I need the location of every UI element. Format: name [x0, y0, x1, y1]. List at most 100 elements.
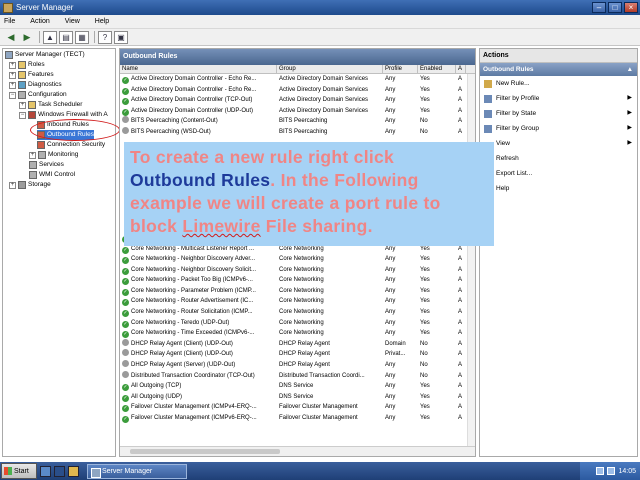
- expand-icon[interactable]: +: [9, 81, 16, 89]
- action-view[interactable]: View ▶: [480, 136, 637, 151]
- action-filter-by-state[interactable]: Filter by State ▶: [480, 106, 637, 121]
- tree-item-monitoring[interactable]: + Monitoring: [29, 150, 78, 160]
- export-icon[interactable]: ▦: [75, 30, 89, 44]
- expand-icon[interactable]: +: [29, 151, 36, 159]
- cell-text: Core Networking: [279, 245, 324, 252]
- table-row[interactable]: ✓ Active Directory Domain Controller - Ec…: [120, 74, 475, 85]
- table-row[interactable]: ✓ Core Networking - Router Advertisement …: [120, 296, 475, 307]
- horizontal-scrollbar[interactable]: [120, 446, 475, 456]
- close-button[interactable]: ×: [624, 2, 638, 13]
- table-row[interactable]: DHCP Relay Agent (Client) (UDP-Out) DHCP …: [120, 338, 475, 350]
- show-tree-icon[interactable]: ▤: [59, 30, 73, 44]
- tree-item-server-manager[interactable]: Server Manager (TECT): [5, 50, 85, 60]
- table-row[interactable]: ✓ Core Networking - Parameter Problem (IC…: [120, 286, 475, 297]
- collapse-icon[interactable]: −: [9, 91, 16, 99]
- table-row[interactable]: ✓ Core Networking - Teredo (UDP-Out) Core …: [120, 318, 475, 329]
- server-manager-quicklaunch-icon[interactable]: [40, 465, 51, 477]
- action-refresh[interactable]: Refresh: [480, 151, 637, 166]
- tree-item-diagnostics[interactable]: + Diagnostics: [9, 80, 62, 90]
- table-row[interactable]: ✓ Active Directory Domain Controller (UDP…: [120, 106, 475, 117]
- table-row[interactable]: ✓ Core Networking - Packet Too Big (ICMPv…: [120, 275, 475, 286]
- collapse-icon[interactable]: −: [19, 111, 26, 119]
- cell-text: Core Networking: [279, 266, 324, 273]
- table-row[interactable]: ✓ Failover Cluster Management (ICMPv6-ERQ…: [120, 413, 475, 424]
- services-icon: [29, 161, 37, 169]
- table-row[interactable]: BITS Peercaching (Content-Out) BITS Peerc…: [120, 116, 475, 127]
- expand-icon[interactable]: +: [19, 101, 26, 109]
- help-icon[interactable]: ?: [98, 30, 112, 44]
- table-row[interactable]: ✓ All Outgoing (TCP) DNS Service Any Yes A: [120, 381, 475, 392]
- action-new-rule[interactable]: New Rule...: [480, 76, 637, 91]
- clock[interactable]: 14:05: [618, 468, 636, 475]
- rule-name-cell: ✓ Active Directory Domain Controller (UDP…: [120, 106, 277, 117]
- table-row[interactable]: DHCP Relay Agent (Client) (UDP-Out) DHCP …: [120, 349, 475, 360]
- scrollbar-thumb[interactable]: [130, 449, 280, 454]
- table-row[interactable]: BITS Peercaching (WSD-Out) BITS Peercachi…: [120, 126, 475, 138]
- menu-view[interactable]: View: [65, 18, 80, 25]
- table-row[interactable]: ✓ Core Networking - Router Solicitation (…: [120, 307, 475, 318]
- actions-section-outbound-rules[interactable]: Outbound Rules ▲: [480, 63, 637, 76]
- tree-item-storage[interactable]: + Storage: [9, 180, 51, 190]
- maximize-button[interactable]: □: [608, 2, 622, 13]
- task-scheduler-icon: [28, 101, 36, 109]
- rule-action-cell: A: [456, 392, 466, 403]
- tree-item-services[interactable]: Services: [29, 160, 64, 170]
- explorer-quicklaunch-icon[interactable]: [68, 465, 79, 477]
- rule-enabled-cell: Yes: [418, 328, 456, 339]
- taskbar-item-server-manager[interactable]: Server Manager: [87, 463, 187, 479]
- up-folder-icon[interactable]: ▲: [43, 30, 57, 44]
- table-row[interactable]: ✓ Failover Cluster Management (ICMPv4-ERQ…: [120, 402, 475, 413]
- tree-item-task-scheduler[interactable]: + Task Scheduler: [19, 100, 82, 110]
- network-icon[interactable]: [596, 467, 605, 475]
- cell-text: Domain: [385, 340, 406, 347]
- menu-action[interactable]: Action: [30, 18, 49, 25]
- menu-file[interactable]: File: [4, 18, 15, 25]
- expand-icon[interactable]: +: [9, 71, 16, 79]
- collapse-arrow-icon[interactable]: ▲: [627, 63, 633, 76]
- expand-icon[interactable]: +: [9, 181, 16, 189]
- back-arrow-icon[interactable]: ◀: [4, 31, 18, 44]
- action-help[interactable]: Help: [480, 181, 637, 196]
- table-row[interactable]: ✓ Core Networking - Time Exceeded (ICMPv6…: [120, 328, 475, 339]
- table-row[interactable]: Distributed Transaction Coordinator (TCP…: [120, 370, 475, 382]
- tree-item-roles[interactable]: + Roles: [9, 60, 45, 70]
- tree-item-configuration[interactable]: − Configuration: [9, 90, 67, 100]
- forward-arrow-icon[interactable]: ▶: [20, 31, 34, 44]
- cell-text: Core Networking - Packet Too Big (ICMPv6…: [131, 277, 253, 284]
- cell-text: Core Networking: [279, 277, 324, 284]
- action-export-list[interactable]: Export List...: [480, 166, 637, 181]
- table-row[interactable]: DHCP Relay Agent (Server) (UDP-Out) DHCP …: [120, 360, 475, 371]
- cell-text: Any: [385, 256, 396, 263]
- rule-group-cell: Core Networking: [277, 296, 383, 307]
- rule-enabled-icon: ✓: [122, 257, 129, 265]
- cell-text: Any: [385, 118, 396, 125]
- tree-item-features[interactable]: + Features: [9, 70, 54, 80]
- table-row[interactable]: ✓ Core Networking - Neighbor Discovery Ad…: [120, 254, 475, 265]
- column-header-action[interactable]: A: [456, 65, 466, 73]
- volume-icon[interactable]: [607, 467, 616, 475]
- expand-icon[interactable]: +: [9, 61, 16, 69]
- column-header-group[interactable]: Group: [277, 65, 383, 73]
- column-header-profile[interactable]: Profile: [383, 65, 418, 73]
- action-filter-by-profile[interactable]: Filter by Profile ▶: [480, 91, 637, 106]
- tree-item-connection-security[interactable]: Connection Security: [37, 140, 105, 150]
- rule-name-cell: ✓ Active Directory Domain Controller (TCP…: [120, 95, 277, 106]
- table-row[interactable]: ✓ Core Networking - Neighbor Discovery So…: [120, 265, 475, 276]
- start-button[interactable]: Start: [1, 463, 37, 479]
- minimize-button[interactable]: –: [592, 2, 606, 13]
- column-header-enabled[interactable]: Enabled: [418, 65, 456, 73]
- action-filter-by-group[interactable]: Filter by Group ▶: [480, 121, 637, 136]
- table-row[interactable]: ✓ All Outgoing (UDP) DNS Service Any Yes A: [120, 392, 475, 403]
- table-row[interactable]: ✓ Active Directory Domain Controller - Ec…: [120, 85, 475, 96]
- action-label: Help: [496, 185, 510, 192]
- menu-help[interactable]: Help: [95, 18, 109, 25]
- properties-icon[interactable]: ▣: [114, 30, 128, 44]
- cell-text: Core Networking - Router Solicitation (I…: [131, 309, 253, 316]
- tree-item-wmi-control[interactable]: WMI Control: [29, 170, 75, 180]
- powershell-quicklaunch-icon[interactable]: [54, 465, 65, 477]
- rule-enabled-icon: ✓: [122, 320, 129, 328]
- column-header-name[interactable]: Name: [120, 65, 277, 73]
- cell-text: Active Directory Domain Controller (TCP-…: [131, 97, 253, 104]
- vertical-scrollbar[interactable]: [467, 74, 475, 446]
- table-row[interactable]: ✓ Active Directory Domain Controller (TCP…: [120, 95, 475, 106]
